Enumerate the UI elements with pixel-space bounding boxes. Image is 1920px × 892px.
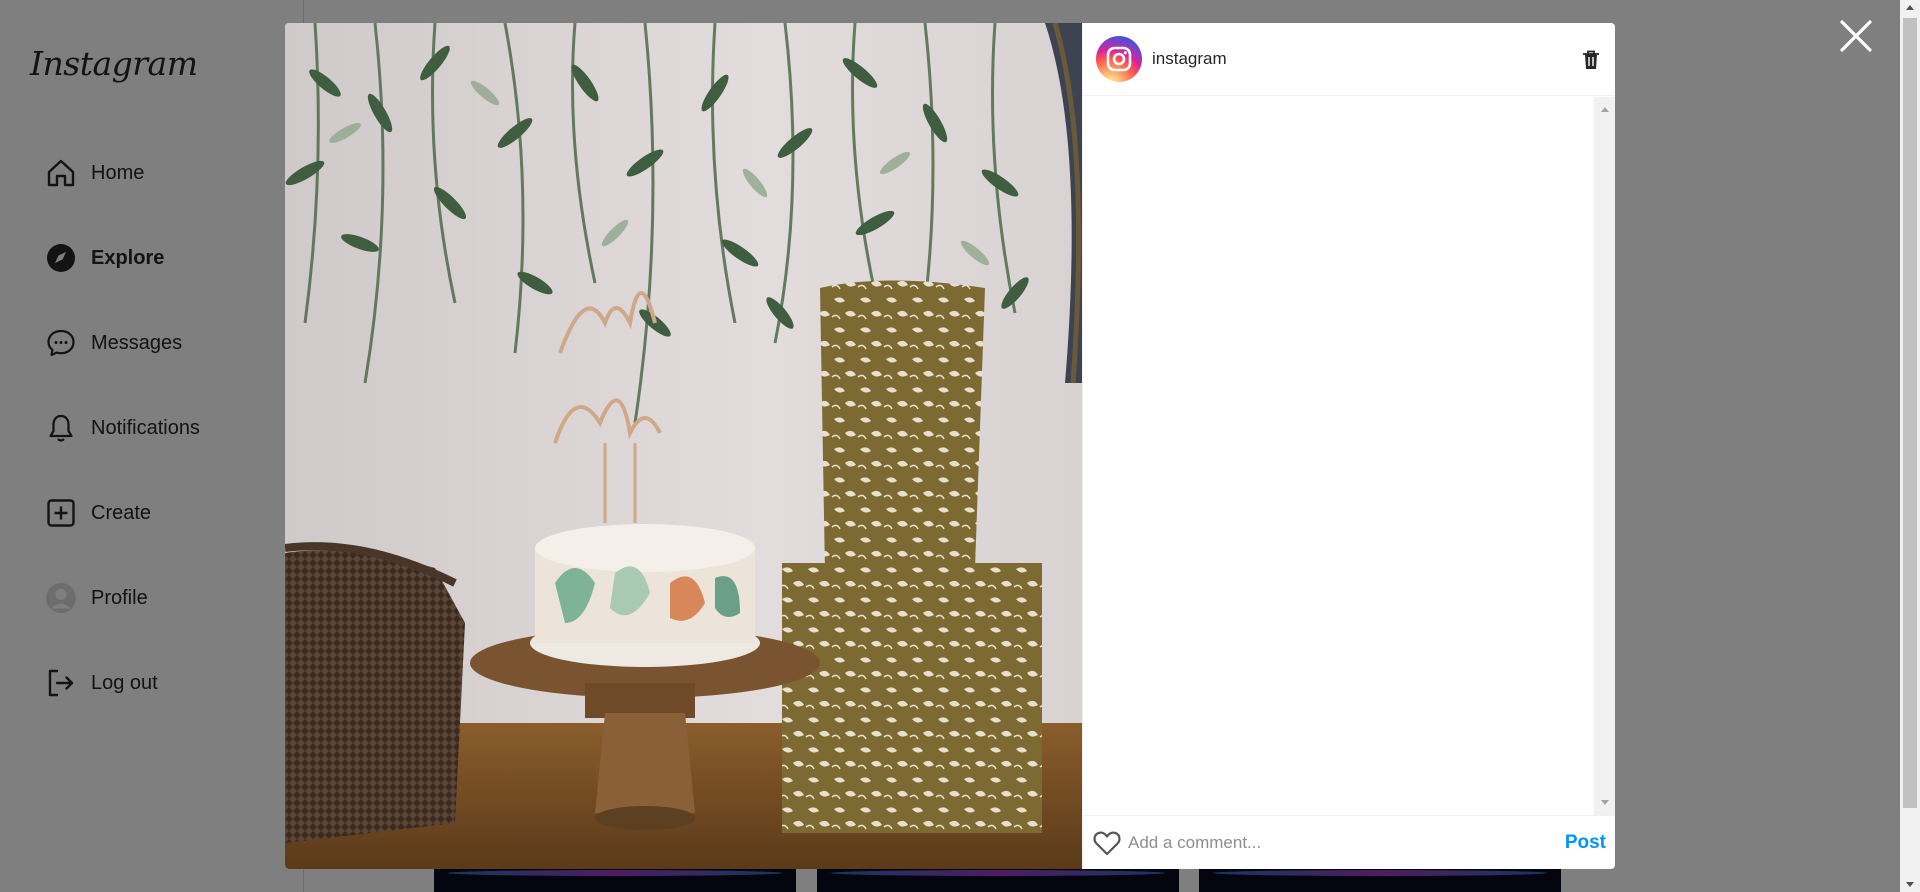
post-photo-illustration	[285, 23, 1082, 869]
page-scrollbar-thumb[interactable]	[1903, 18, 1917, 808]
scroll-down-arrow-icon[interactable]	[1601, 800, 1609, 805]
scroll-down-arrow-icon[interactable]	[1906, 882, 1914, 887]
scroll-up-arrow-icon[interactable]	[1906, 5, 1914, 10]
post-details-panel: instagram Post	[1082, 23, 1615, 869]
post-header: instagram	[1083, 23, 1615, 96]
post-modal: instagram Post	[285, 23, 1615, 869]
page-scrollbar[interactable]	[1900, 0, 1920, 892]
close-icon[interactable]	[1838, 18, 1874, 54]
heart-icon[interactable]	[1093, 830, 1121, 856]
instagram-logo-icon[interactable]	[1096, 36, 1142, 82]
scroll-up-arrow-icon[interactable]	[1601, 107, 1609, 112]
trash-icon[interactable]	[1581, 49, 1601, 71]
comments-scrollbar[interactable]	[1594, 97, 1615, 815]
comments-list[interactable]	[1083, 97, 1615, 815]
comment-bar: Post	[1083, 815, 1615, 869]
comment-input[interactable]	[1128, 832, 1565, 853]
post-photo	[285, 23, 1082, 869]
post-username[interactable]: instagram	[1152, 49, 1227, 69]
post-comment-button[interactable]: Post	[1565, 832, 1606, 854]
